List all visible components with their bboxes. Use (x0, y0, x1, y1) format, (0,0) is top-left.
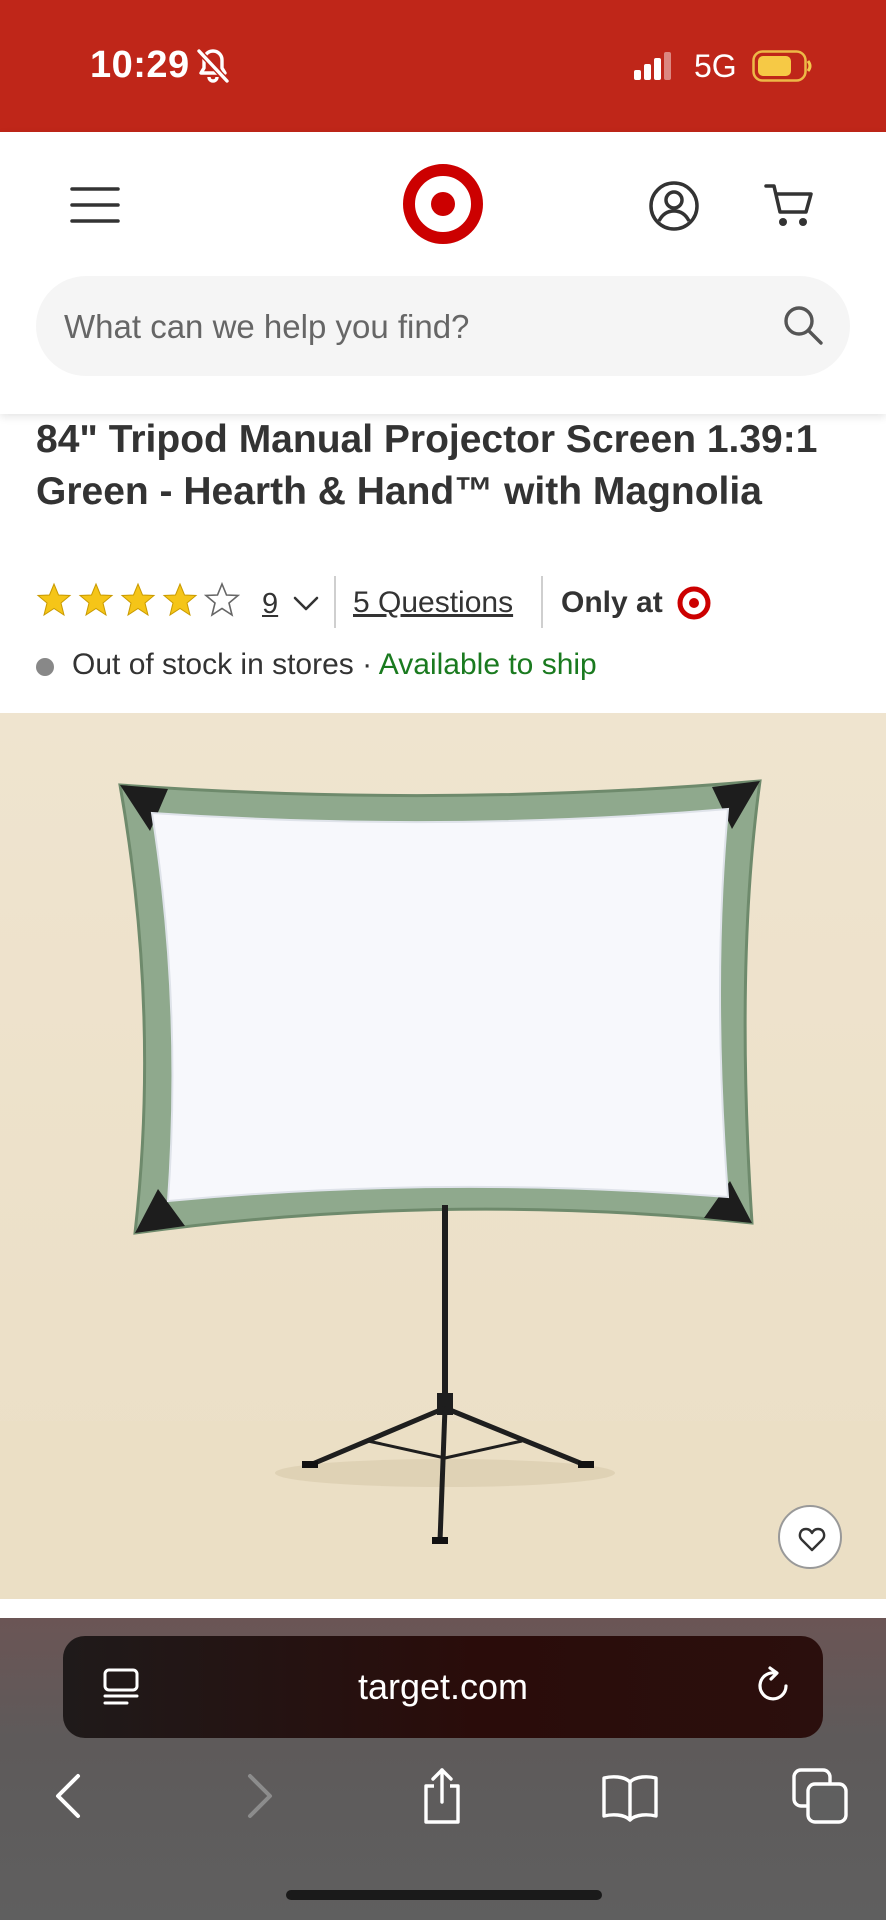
stock-status-dot (36, 658, 54, 676)
status-bar: 10:29 5G (0, 0, 886, 132)
forward-icon[interactable] (228, 1766, 288, 1826)
browser-nav-row (0, 1766, 886, 1826)
availability-text: Out of stock in stores · Available to sh… (72, 648, 597, 682)
target-logo[interactable] (403, 164, 483, 244)
battery-icon (752, 50, 812, 82)
store-stock-status: Out of stock in stores (72, 648, 354, 681)
network-label: 5G (694, 48, 737, 84)
search-icon[interactable] (782, 304, 824, 346)
menu-icon[interactable] (70, 184, 120, 226)
favorite-button[interactable] (778, 1505, 842, 1569)
projector-screen-illustration (118, 779, 762, 1544)
product-title: 84" Tripod Manual Projector Screen 1.39:… (36, 418, 818, 513)
star-filled-icon (78, 582, 114, 617)
star-filled-icon (120, 582, 156, 617)
browser-toolbar: target.com (0, 1618, 886, 1920)
site-header: What can we help you find? (0, 132, 886, 414)
target-bullseye-icon (677, 586, 711, 620)
search-input[interactable]: What can we help you find? (36, 276, 850, 376)
bookmarks-icon[interactable] (600, 1766, 660, 1826)
shipping-status: Available to ship (378, 648, 597, 681)
star-filled-icon (162, 582, 198, 617)
back-icon[interactable] (40, 1766, 100, 1826)
status-time: 10:29 (90, 44, 190, 86)
product-image[interactable] (0, 713, 886, 1599)
star-empty-icon (204, 582, 240, 617)
star-rating[interactable] (36, 582, 240, 626)
share-icon[interactable] (412, 1766, 472, 1826)
bell-slash-icon (196, 48, 230, 84)
url-bar[interactable]: target.com (63, 1636, 823, 1738)
cart-icon[interactable] (764, 180, 814, 230)
account-icon[interactable] (648, 180, 700, 232)
search-placeholder: What can we help you find? (64, 308, 470, 345)
home-indicator (286, 1890, 602, 1900)
signal-icon (634, 52, 671, 80)
reload-icon[interactable] (753, 1666, 793, 1706)
divider (334, 576, 336, 628)
only-at-label: Only at (561, 586, 663, 619)
divider (541, 576, 543, 628)
rating-row: 9 5 Questions Only at (36, 576, 856, 628)
url-text: target.com (357, 1666, 529, 1707)
separator: · (353, 648, 379, 681)
chevron-down-icon[interactable] (292, 594, 320, 614)
heart-icon (798, 1527, 826, 1552)
rating-count-link[interactable]: 9 (262, 588, 278, 621)
star-filled-icon (36, 582, 72, 617)
tabs-icon[interactable] (790, 1766, 850, 1826)
questions-link[interactable]: 5 Questions (353, 586, 513, 620)
